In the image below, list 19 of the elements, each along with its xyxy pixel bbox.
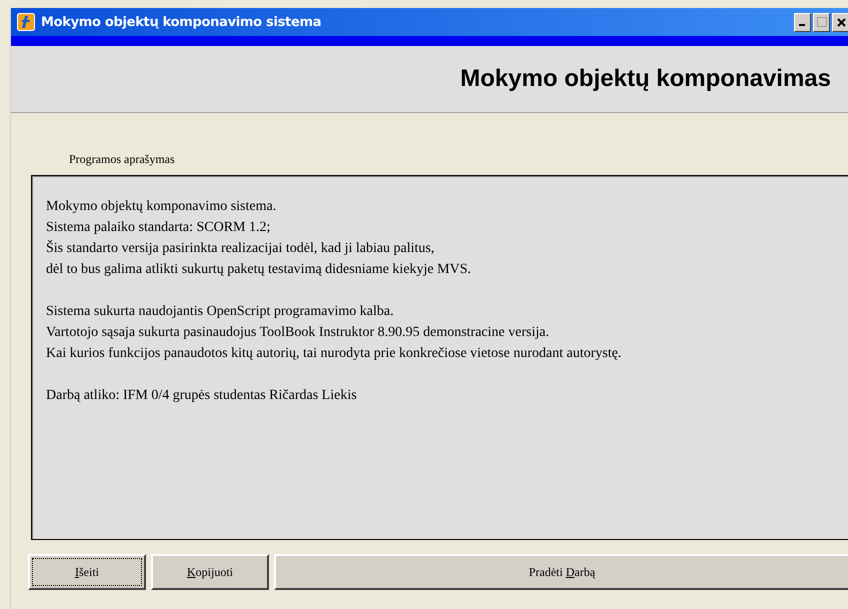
action-button[interactable]: Pradėti Darbą	[274, 554, 848, 590]
maximize-icon	[816, 17, 826, 27]
close-icon	[836, 18, 846, 26]
description-text: Kai kurios funkcijos panaudotos kitų autorių, tai nurodyta prie konkrečiose vietose nurodant autorystę.	[46, 345, 622, 363]
description-text: Šis standarto versija pasirinkta realizacijai todėl, kad ji labiau palitus,	[46, 239, 434, 258]
app-icon	[17, 13, 35, 31]
description-text: Vartotojo sąsaja sukurta pasinaudojus ToolBook Instruktor 8.90.95 demonstracine versija.	[46, 324, 550, 342]
description-text: Darbą atliko: IFM 0/4 grupės studentas Ričardas Liekis	[46, 387, 357, 405]
page-heading: Mokymo objektų komponavimas	[460, 65, 831, 93]
section-label: Programos aprašymas	[69, 152, 176, 168]
action-button[interactable]: Išeiti	[28, 554, 146, 590]
minimize-button[interactable]	[794, 12, 811, 32]
description-text: Sistema palaiko standarta: SCORM 1.2;	[46, 219, 270, 237]
description-text: dėl to bus galima atlikti sukurtų paketų testavimą didesniame kiekyje MVS.	[46, 261, 471, 279]
description-text: Sistema sukurta naudojantis OpenScript programavimo kalba.	[46, 303, 394, 321]
action-button[interactable]: Kopijuoti	[151, 554, 269, 590]
close-button[interactable]	[832, 12, 848, 32]
window-title: Mokymo objektų komponavimo sistema	[41, 14, 322, 30]
description-text: Mokymo objektų komponavimo sistema.	[46, 198, 276, 216]
